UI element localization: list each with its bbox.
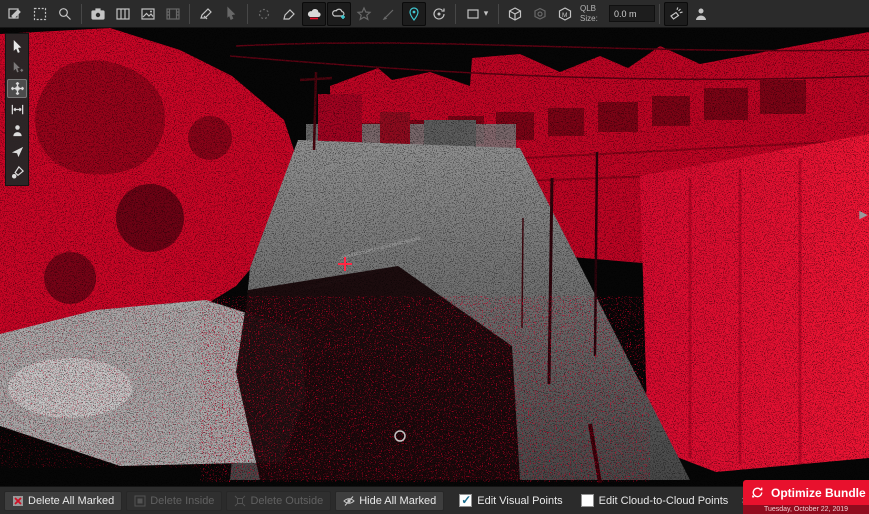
edit-cloud-to-cloud-checkbox[interactable]: Edit Cloud-to-Cloud Points — [581, 494, 729, 507]
delete-inside-icon — [134, 495, 146, 507]
cursor-query-tool-icon[interactable] — [7, 58, 27, 77]
optimize-bundle-label: Optimize Bundle — [771, 486, 866, 500]
eraser-icon[interactable] — [194, 2, 218, 26]
box-measure-icon[interactable]: M — [553, 2, 577, 26]
delete-outside-icon — [234, 495, 246, 507]
bottom-toolbar: Delete All Marked Delete Inside Delete O… — [0, 486, 869, 514]
film-icon[interactable] — [161, 2, 185, 26]
optimize-gears-icon — [750, 485, 765, 500]
measure-distance-tool-icon[interactable] — [7, 100, 27, 119]
mark-cloud-icon[interactable] — [302, 2, 326, 26]
bounding-box-icon[interactable] — [503, 2, 527, 26]
draw-pen-icon[interactable] — [377, 2, 401, 26]
button-label: Delete Outside — [250, 495, 323, 507]
camera-icon[interactable] — [86, 2, 110, 26]
hide-marked-icon — [343, 495, 355, 507]
fly-navigate-tool-icon[interactable] — [7, 142, 27, 161]
image-icon[interactable] — [136, 2, 160, 26]
toolbar-separator — [659, 4, 660, 24]
marquee-select-icon[interactable] — [28, 2, 52, 26]
button-label: Delete Inside — [150, 495, 214, 507]
checkbox-label: Edit Visual Points — [477, 495, 562, 507]
button-label: Hide All Marked — [359, 495, 436, 507]
delete-marked-icon — [12, 495, 24, 507]
flashlight-icon[interactable] — [664, 2, 688, 26]
cursor-tool-icon[interactable] — [7, 37, 27, 56]
pan-move-tool-icon[interactable] — [7, 79, 27, 98]
hide-all-marked-button[interactable]: Hide All Marked — [335, 491, 444, 511]
optimize-bundle-date: Tuesday, October 22, 2019 — [743, 505, 869, 514]
brush-tool-icon[interactable] — [7, 163, 27, 182]
edit-visual-points-checkbox[interactable]: Edit Visual Points — [459, 494, 562, 507]
optimize-bundle-button[interactable]: Optimize Bundle — [743, 480, 869, 505]
toolbar-separator — [498, 4, 499, 24]
point-cloud-viewport[interactable] — [0, 28, 869, 486]
delete-outside-button: Delete Outside — [226, 491, 331, 511]
toolbar-separator — [81, 4, 82, 24]
button-label: Delete All Marked — [28, 495, 114, 507]
split-view-icon[interactable] — [111, 2, 135, 26]
checkbox-box-unchecked — [581, 494, 594, 507]
cursor-select-icon[interactable] — [219, 2, 243, 26]
optimize-bundle-panel: Optimize Bundle Tuesday, October 22, 201… — [743, 480, 869, 514]
toolbar-separator — [247, 4, 248, 24]
svg-text:M: M — [562, 12, 567, 19]
panel-expander-arrow[interactable]: ▶ — [859, 208, 868, 221]
checkbox-box-checked — [459, 494, 472, 507]
add-cloud-icon[interactable] — [327, 2, 351, 26]
place-pin-icon[interactable] — [402, 2, 426, 26]
polygon-select-icon[interactable] — [352, 2, 376, 26]
left-toolbar — [5, 33, 29, 186]
top-toolbar: ▾ M QLB Size: 0.0 m — [0, 0, 869, 28]
box-camera-icon[interactable] — [528, 2, 552, 26]
orbit-user-icon[interactable] — [427, 2, 451, 26]
delete-all-marked-button[interactable]: Delete All Marked — [4, 491, 122, 511]
person-view-tool-icon[interactable] — [7, 121, 27, 140]
annotate-region-icon[interactable] — [3, 2, 27, 26]
zoom-magnifier-icon[interactable] — [53, 2, 77, 26]
delete-inside-button: Delete Inside — [126, 491, 222, 511]
rect-select-dropdown-icon[interactable]: ▾ — [460, 2, 494, 26]
ellipse-select-icon[interactable] — [252, 2, 276, 26]
checkbox-label: Edit Cloud-to-Cloud Points — [599, 495, 729, 507]
toolbar-separator — [189, 4, 190, 24]
point-cloud-editor-window: ▾ M QLB Size: 0.0 m — [0, 0, 869, 514]
qlb-size-label: QLB Size: — [580, 4, 606, 22]
toolbar-separator — [455, 4, 456, 24]
point-cloud-render — [0, 28, 869, 486]
person-icon[interactable] — [689, 2, 713, 26]
slant-eraser-icon[interactable] — [277, 2, 301, 26]
qlb-size-value[interactable]: 0.0 m — [609, 5, 655, 22]
